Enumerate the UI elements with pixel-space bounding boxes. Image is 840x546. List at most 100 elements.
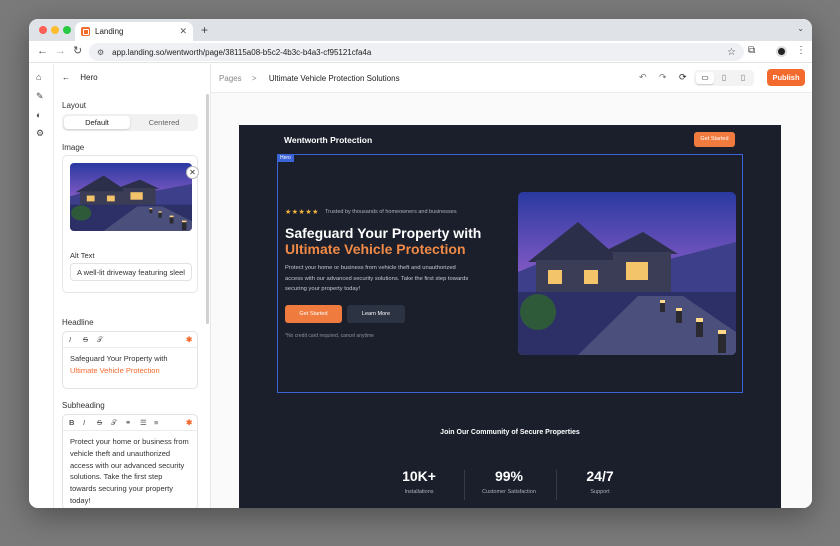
redo-icon[interactable]: ↷ — [659, 72, 667, 83]
stat-value: 99% — [494, 468, 524, 484]
layout-label: Layout — [62, 101, 87, 110]
pencil-icon[interactable]: ✎ — [36, 91, 44, 102]
strikethrough-icon[interactable]: S — [97, 418, 102, 427]
refresh-preview-icon[interactable]: ⟳ — [679, 72, 687, 83]
numbered-list-icon[interactable]: ≡ — [154, 418, 158, 427]
layout-option-centered[interactable]: Centered — [132, 116, 196, 129]
back-arrow-icon[interactable]: ← — [37, 45, 48, 58]
rating-stars-icon: ★★★★★ — [285, 209, 319, 216]
headline-toolbar: I S 𝒯 ✱ — [63, 332, 197, 348]
subheading-text[interactable]: Protect your home or business from vehic… — [63, 431, 197, 508]
site-preview: Wentworth Protection Get Started Hero ★★… — [239, 125, 781, 508]
alt-text-input[interactable]: A well-lit driveway featuring sleel — [70, 263, 192, 281]
forward-arrow-icon[interactable]: → — [55, 45, 66, 58]
headline-line-2: Ultimate Vehicle Protection — [70, 365, 160, 375]
mobile-view-icon[interactable]: ▯ — [734, 72, 752, 84]
gear-icon[interactable]: ⚙ — [36, 128, 44, 139]
subheading-editor: B I S 𝒯 ⚭ ☰ ≡ ✱ Protect your home or bus… — [62, 414, 198, 508]
panel-scrollbar[interactable] — [206, 94, 209, 324]
stat-installations: 10K+ Installations — [369, 468, 469, 495]
stat-satisfaction: 99% Customer Satisfaction — [459, 468, 559, 495]
hero-fine-print: *No credit card required, cancel anytime — [285, 333, 374, 339]
bookmark-star-icon[interactable]: ☆ — [727, 47, 736, 58]
site-settings-icon[interactable]: ⚙ — [97, 48, 104, 57]
desktop-view-icon[interactable]: ▭ — [696, 72, 714, 84]
hero-headline[interactable]: Safeguard Your Property with Ultimate Ve… — [285, 225, 505, 257]
minimize-window-button[interactable] — [51, 26, 59, 34]
home-icon[interactable]: ⌂ — [36, 72, 41, 82]
bold-icon[interactable]: B — [69, 418, 74, 427]
undo-icon[interactable]: ↶ — [639, 72, 647, 83]
url-text: app.landing.so/wentworth/page/38115a08-b… — [112, 47, 372, 57]
stat-label: Support — [590, 489, 610, 495]
layout-toggle: Default Centered — [62, 114, 198, 131]
alt-text-label: Alt Text — [70, 251, 95, 260]
hero-subheading[interactable]: Protect your home or business from vehic… — [285, 263, 470, 295]
editor-app: ⌂ ✎ ◐ ⚙ ← Hero Layout Default Centered I… — [29, 64, 812, 508]
zoom-window-button[interactable] — [63, 26, 71, 34]
subheading-toolbar: B I S 𝒯 ⚭ ☰ ≡ ✱ — [63, 415, 197, 431]
hero-section-tag: Hero — [277, 154, 294, 162]
clear-format-icon[interactable]: 𝒯 — [111, 418, 117, 428]
hero-get-started-button[interactable]: Get Started — [285, 305, 342, 323]
tab-title: Landing — [95, 27, 124, 36]
tab-bar: Landing ✕ + ⌄ — [29, 19, 812, 41]
browser-menu-icon[interactable]: ⋮ — [796, 45, 806, 56]
left-rail: ⌂ ✎ ◐ ⚙ — [29, 64, 54, 508]
headline-line-1: Safeguard Your Property with — [70, 354, 168, 363]
back-arrow-icon[interactable]: ← — [62, 73, 70, 82]
breadcrumb: Pages > Ultimate Vehicle Protection Solu… — [219, 74, 400, 83]
editor-topbar: Pages > Ultimate Vehicle Protection Solu… — [211, 64, 812, 93]
close-window-button[interactable] — [39, 26, 47, 34]
reload-icon[interactable]: ↻ — [73, 45, 82, 58]
stat-support: 24/7 Support — [550, 468, 650, 495]
hero-image-thumbnail[interactable] — [70, 163, 192, 231]
panel-title: Hero — [80, 73, 98, 82]
browser-window: Landing ✕ + ⌄ ← → ↻ ⚙ app.landing.so/wen… — [29, 19, 812, 508]
hero-image[interactable] — [518, 192, 736, 355]
community-heading: Join Our Community of Secure Properties — [440, 429, 580, 436]
browser-toolbar: ← → ↻ ⚙ app.landing.so/wentworth/page/38… — [29, 41, 812, 63]
profile-avatar[interactable] — [776, 46, 787, 57]
site-brand[interactable]: Wentworth Protection — [284, 135, 372, 145]
headline-editor: I S 𝒯 ✱ Safeguard Your Property with Ult… — [62, 331, 198, 389]
browser-tab[interactable]: Landing ✕ — [75, 22, 193, 41]
page-canvas: Pages > Ultimate Vehicle Protection Solu… — [211, 64, 812, 508]
strikethrough-icon[interactable]: S — [83, 335, 88, 344]
stat-value: 24/7 — [586, 468, 614, 484]
tablet-view-icon[interactable]: ▯ — [715, 72, 733, 84]
remove-image-icon[interactable]: ✕ — [186, 166, 199, 179]
extensions-icon[interactable]: ⧉ — [748, 45, 755, 56]
ai-sparkle-icon[interactable]: ✱ — [186, 418, 192, 427]
palette-icon[interactable]: ◐ — [36, 110, 41, 120]
clear-format-icon[interactable]: 𝒯 — [97, 335, 103, 345]
device-switcher: ▭ ▯ ▯ — [694, 70, 754, 86]
headline-label: Headline — [62, 318, 94, 327]
nav-get-started-button[interactable]: Get Started — [694, 132, 735, 147]
hero-headline-line-2: Ultimate Vehicle Protection — [285, 241, 466, 257]
image-card: ✕ Alt Text A well-lit driveway featuring… — [62, 155, 199, 293]
tab-search-chevron-icon[interactable]: ⌄ — [797, 24, 804, 33]
landing-favicon-icon — [81, 27, 90, 36]
properties-panel: ← Hero Layout Default Centered Image ✕ A… — [54, 64, 211, 508]
tab-close-icon[interactable]: ✕ — [179, 26, 187, 37]
stat-label: Customer Satisfaction — [482, 489, 536, 495]
bullet-list-icon[interactable]: ☰ — [140, 418, 147, 427]
italic-icon[interactable]: I — [69, 335, 71, 344]
headline-text[interactable]: Safeguard Your Property with Ultimate Ve… — [63, 348, 197, 382]
link-icon[interactable]: ⚭ — [125, 418, 131, 427]
ai-sparkle-icon[interactable]: ✱ — [186, 335, 192, 344]
italic-icon[interactable]: I — [83, 418, 85, 427]
breadcrumb-pages[interactable]: Pages — [219, 74, 242, 83]
image-label: Image — [62, 143, 85, 152]
subheading-label: Subheading — [62, 401, 105, 410]
hero-learn-more-button[interactable]: Learn More — [347, 305, 405, 323]
trusted-text: Trusted by thousands of homeowners and b… — [325, 209, 457, 215]
stat-value: 10K+ — [402, 468, 436, 484]
hero-section[interactable]: Hero ★★★★★ Trusted by thousands of homeo… — [277, 154, 743, 393]
layout-option-default[interactable]: Default — [64, 116, 130, 129]
breadcrumb-current: Ultimate Vehicle Protection Solutions — [268, 74, 400, 83]
address-bar[interactable]: ⚙ app.landing.so/wentworth/page/38115a08… — [89, 43, 744, 61]
new-tab-button[interactable]: + — [201, 23, 208, 37]
publish-button[interactable]: Publish — [767, 69, 805, 86]
